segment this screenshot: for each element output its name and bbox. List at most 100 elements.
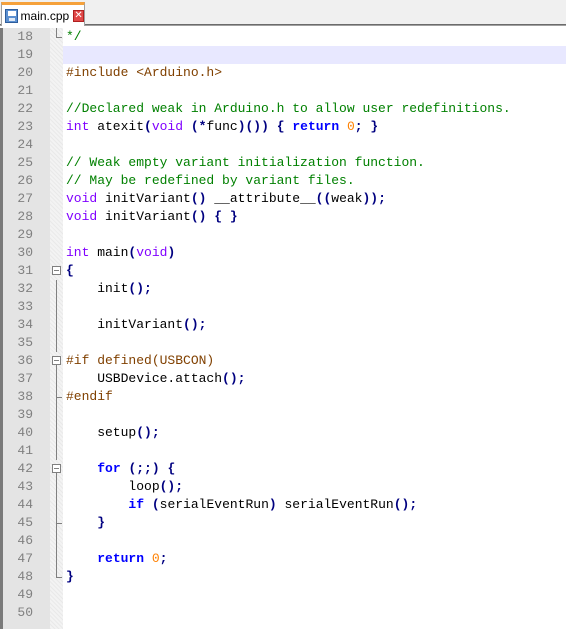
code-token: (); — [222, 371, 246, 386]
code-line[interactable]: 48} — [0, 568, 566, 586]
code-line[interactable]: 22 //Declared weak in Arduino.h to allow … — [0, 100, 566, 118]
code-token: //Declared weak in Arduino.h to allow us… — [66, 101, 511, 116]
code-line[interactable]: 40 setup(); — [0, 424, 566, 442]
code-line[interactable]: 18 */ — [0, 28, 566, 46]
code-text — [63, 46, 566, 64]
line-number: 25 — [17, 155, 33, 170]
code-line[interactable]: 21 — [0, 82, 566, 100]
fold-toggle-icon[interactable] — [51, 262, 63, 280]
line-number: 32 — [17, 281, 33, 296]
code-token: int — [66, 245, 90, 260]
code-line[interactable]: 45 } — [0, 514, 566, 532]
code-line[interactable]: 44 if (serialEventRun) serialEventRun(); — [0, 496, 566, 514]
code-text: initVariant(); — [63, 316, 566, 334]
code-line[interactable]: 23 int atexit(void (*func)()) { return 0;… — [0, 118, 566, 136]
code-line[interactable]: 49 — [0, 586, 566, 604]
save-disk-icon — [5, 8, 18, 23]
code-line[interactable]: 20 #include <Arduino.h> — [0, 64, 566, 82]
code-line[interactable]: 38 #endif — [0, 388, 566, 406]
code-token: */ — [66, 29, 82, 44]
fold-line — [51, 406, 63, 424]
line-number: 43 — [17, 479, 33, 494]
code-line[interactable]: 26 // May be redefined by variant files. — [0, 172, 566, 190]
code-text: setup(); — [63, 424, 566, 442]
code-line[interactable]: 46 — [0, 532, 566, 550]
line-number: 28 — [17, 209, 33, 224]
code-text: init(); — [63, 280, 566, 298]
code-line[interactable]: 39 — [0, 406, 566, 424]
code-token: ; — [159, 551, 168, 566]
code-token: for — [97, 461, 121, 476]
code-token: ; — [354, 119, 363, 134]
code-line[interactable]: 25 // Weak empty variant initialization f… — [0, 154, 566, 172]
code-token: initVariant — [66, 317, 184, 332]
line-number: 44 — [17, 497, 33, 512]
code-line[interactable]: 35 — [0, 334, 566, 352]
code-line[interactable]: 28 void initVariant() { } — [0, 208, 566, 226]
code-line[interactable]: 47 return 0; — [0, 550, 566, 568]
tab-main-cpp[interactable]: main.cpp ✕ — [1, 2, 85, 26]
line-number: 26 — [17, 173, 33, 188]
code-line[interactable]: 36 #if defined(USBCON) — [0, 352, 566, 370]
code-token: { — [167, 461, 176, 476]
line-number: 40 — [17, 425, 33, 440]
code-text: #if defined(USBCON) — [63, 352, 566, 370]
code-line[interactable]: 33 — [0, 298, 566, 316]
code-token: ) — [268, 497, 277, 512]
fold-line — [51, 424, 63, 442]
fold-line — [51, 532, 63, 550]
code-line[interactable]: 43 loop(); — [0, 478, 566, 496]
code-lines: 18 */ 19 20 #include <Arduino.h> 21 22 //Declar… — [0, 28, 566, 622]
code-line[interactable]: 19 — [0, 46, 566, 64]
code-token: // May be redefined by variant files. — [66, 173, 355, 188]
code-text: int atexit(void (*func)()) { return 0; } — [63, 118, 566, 136]
code-text: // Weak empty variant initialization fun… — [63, 154, 566, 172]
code-editor[interactable]: 18 */ 19 20 #include <Arduino.h> 21 22 //Declar… — [0, 28, 566, 629]
code-token: ( — [144, 119, 152, 134]
code-line[interactable]: 31 { — [0, 262, 566, 280]
code-token: (); — [393, 497, 418, 512]
line-number: 35 — [17, 335, 33, 350]
fold-toggle-icon[interactable] — [51, 460, 63, 478]
line-number: 22 — [17, 101, 33, 116]
code-token: { — [66, 263, 74, 278]
code-line[interactable]: 41 — [0, 442, 566, 460]
line-number: 27 — [17, 191, 33, 206]
line-number: 37 — [17, 371, 33, 386]
line-number: 49 — [17, 587, 33, 602]
code-text: } — [63, 568, 566, 586]
code-token: 0 — [151, 551, 160, 566]
code-line[interactable]: 32 init(); — [0, 280, 566, 298]
code-token: func — [206, 119, 238, 134]
code-text: #endif — [63, 388, 566, 406]
code-line[interactable]: 24 — [0, 136, 566, 154]
code-line[interactable]: 29 — [0, 226, 566, 244]
code-line[interactable]: 27 void initVariant() __attribute__((weak… — [0, 190, 566, 208]
code-token: loop — [66, 479, 160, 494]
code-line[interactable]: 50 — [0, 604, 566, 622]
fold-line — [51, 28, 63, 46]
line-number: 48 — [17, 569, 33, 584]
code-token: (); — [128, 281, 152, 296]
code-token: { — [214, 209, 223, 224]
code-line[interactable]: 37 USBDevice.attach(); — [0, 370, 566, 388]
code-token: (;;) — [128, 461, 160, 476]
line-number: 31 — [17, 263, 33, 278]
code-token: setup — [66, 425, 137, 440]
code-line[interactable]: 30 int main(void) — [0, 244, 566, 262]
code-token: serialEventRun — [276, 497, 394, 512]
fold-line — [51, 334, 63, 352]
line-number: 20 — [17, 65, 33, 80]
fold-toggle-icon[interactable] — [51, 352, 63, 370]
code-line[interactable]: 34 initVariant(); — [0, 316, 566, 334]
code-line[interactable]: 42 for (;;) { — [0, 460, 566, 478]
close-icon[interactable]: ✕ — [73, 9, 84, 22]
